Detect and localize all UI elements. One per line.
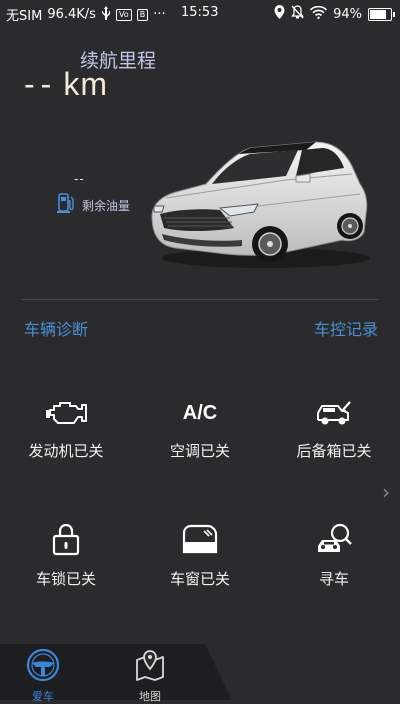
carrier-text: 无SIM <box>6 9 43 24</box>
fuel-label: 剩余油量 <box>82 198 131 213</box>
fuel-pump-icon <box>54 192 76 218</box>
control-records-link[interactable]: 车控记录 <box>314 316 378 340</box>
fuel-indicator: 剩余油量 <box>54 192 130 218</box>
engine-icon <box>46 402 87 424</box>
ac-label: 空调已关 <box>169 442 230 460</box>
more-dots: ··· <box>153 7 166 22</box>
find-car[interactable]: 寻车 <box>274 522 394 589</box>
trunk-icon <box>317 401 351 425</box>
window-icon <box>182 524 218 554</box>
car-image <box>151 141 370 268</box>
window-label: 车窗已关 <box>169 570 230 588</box>
nav-tab-map-label: 地图 <box>139 690 161 703</box>
b-badge: B <box>136 8 149 21</box>
nav-tab-car-label: 爱车 <box>32 690 54 703</box>
location-icon <box>274 5 285 23</box>
battery-icon <box>368 7 395 21</box>
nav-tab-car[interactable]: 爱车 <box>13 648 73 704</box>
network-speed: 96.4K/s <box>47 7 96 22</box>
lock-status[interactable]: 车锁已关 <box>6 522 126 589</box>
range-value: -- <box>24 66 58 102</box>
engine-status[interactable]: 发动机已关 <box>6 398 126 461</box>
find-car-icon <box>318 523 352 552</box>
mute-bell-icon <box>291 5 304 23</box>
section-divider <box>22 299 378 300</box>
engine-label: 发动机已关 <box>28 442 104 460</box>
map-pin-icon <box>136 650 164 681</box>
trunk-label: 后备箱已关 <box>296 442 372 460</box>
find-car-label: 寻车 <box>318 570 349 588</box>
steering-wheel-icon <box>26 648 60 682</box>
lock-icon <box>52 523 80 556</box>
battery-percent: 94% <box>333 6 362 22</box>
wifi-icon <box>310 5 328 23</box>
clock: 15:53 <box>181 5 219 20</box>
status-bar: 无SIM 96.4K/s Vo B ··· 15:53 94% <box>0 0 400 28</box>
range-unit: km <box>63 66 108 102</box>
usb-icon <box>101 5 111 24</box>
trunk-status[interactable]: 后备箱已关 <box>274 398 394 461</box>
range-value-row: -- km <box>24 66 108 103</box>
nav-tab-map[interactable]: 地图 <box>120 648 180 704</box>
vehicle-diagnosis-link[interactable]: 车辆诊断 <box>24 316 88 340</box>
lock-label: 车锁已关 <box>35 570 96 588</box>
window-status[interactable]: 车窗已关 <box>140 522 260 589</box>
ac-status[interactable]: A/C 空调已关 <box>140 398 260 461</box>
chevron-right-icon[interactable]: › <box>382 480 390 504</box>
fuel-value: -- <box>74 172 85 186</box>
ac-icon: A/C <box>182 402 218 424</box>
bottom-nav: 爱车 地图 <box>0 644 400 703</box>
volte-badge: Vo <box>115 8 132 21</box>
